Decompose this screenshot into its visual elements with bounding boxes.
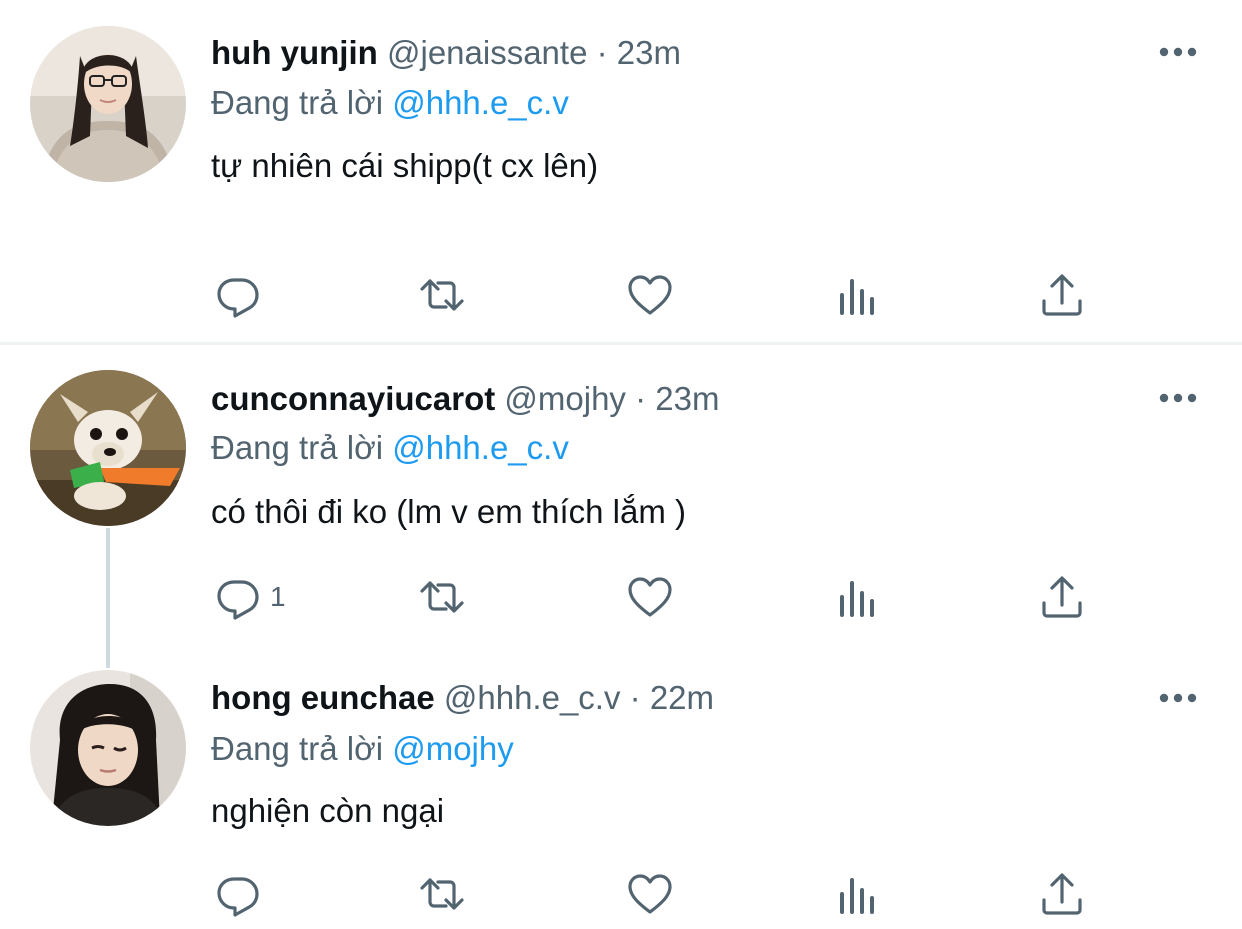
reply-prefix: Đang trả lời: [211, 429, 384, 466]
user-handle[interactable]: @hhh.e_c.v: [444, 679, 621, 716]
reply-icon: [214, 573, 262, 621]
tweet[interactable]: cunconnayiucarot @mojhy · 23m Đang trả l…: [0, 345, 1242, 665]
like-icon: [626, 870, 674, 918]
views-button[interactable]: [834, 869, 882, 919]
display-name[interactable]: hong eunchae: [211, 679, 435, 716]
display-name[interactable]: cunconnayiucarot: [211, 380, 495, 417]
avatar-photo: [30, 670, 186, 826]
reply-prefix: Đang trả lời: [211, 84, 384, 121]
reply-icon: [214, 870, 262, 918]
share-icon: [1038, 573, 1086, 621]
user-handle[interactable]: @jenaissante: [387, 34, 587, 71]
retweet-icon: [418, 870, 466, 918]
like-icon: [626, 271, 674, 319]
share-button[interactable]: [1038, 869, 1086, 919]
reply-button[interactable]: [214, 869, 270, 919]
reply-count: 1: [270, 581, 286, 612]
timestamp[interactable]: 23m: [617, 34, 681, 71]
action-bar: [0, 869, 1242, 919]
like-icon: [626, 573, 674, 621]
mention-link[interactable]: @mojhy: [392, 730, 514, 767]
retweet-button[interactable]: [418, 869, 466, 919]
replying-to: Đang trả lời @hhh.e_c.v: [211, 83, 569, 123]
reply-button[interactable]: [214, 270, 270, 320]
action-bar: [0, 270, 1242, 320]
replying-to: Đang trả lời @mojhy: [211, 729, 514, 769]
avatar[interactable]: [30, 670, 186, 826]
tweet[interactable]: hong eunchae @hhh.e_c.v · 22m Đang trả l…: [0, 665, 1242, 929]
avatar-photo: [30, 370, 186, 526]
share-button[interactable]: [1038, 270, 1086, 320]
thread-connector-line: [106, 528, 110, 668]
reply-button[interactable]: 1: [214, 572, 286, 622]
more-options-icon[interactable]: [1158, 46, 1198, 58]
mention-link[interactable]: @hhh.e_c.v: [392, 429, 569, 466]
views-icon: [834, 870, 882, 918]
like-button[interactable]: [626, 572, 674, 622]
tweet-text: nghiện còn ngại: [211, 792, 445, 829]
separator-dot: ·: [635, 380, 647, 417]
retweet-icon: [418, 573, 466, 621]
avatar[interactable]: [30, 370, 186, 526]
share-button[interactable]: [1038, 572, 1086, 622]
separator-dot: ·: [629, 679, 641, 716]
more-options-icon[interactable]: [1158, 392, 1198, 404]
views-icon: [834, 271, 882, 319]
more-options-icon[interactable]: [1158, 692, 1198, 704]
share-icon: [1038, 870, 1086, 918]
reply-prefix: Đang trả lời: [211, 730, 384, 767]
avatar-photo: [30, 26, 186, 182]
retweet-button[interactable]: [418, 572, 466, 622]
views-button[interactable]: [834, 270, 882, 320]
mention-link[interactable]: @hhh.e_c.v: [392, 84, 569, 121]
user-handle[interactable]: @mojhy: [504, 380, 626, 417]
like-button[interactable]: [626, 869, 674, 919]
retweet-icon: [418, 271, 466, 319]
like-button[interactable]: [626, 270, 674, 320]
tweet-header: cunconnayiucarot @mojhy · 23m: [211, 379, 719, 419]
timestamp[interactable]: 22m: [650, 679, 714, 716]
reply-icon: [214, 271, 262, 319]
separator-dot: ·: [596, 34, 608, 71]
timestamp[interactable]: 23m: [655, 380, 719, 417]
share-icon: [1038, 271, 1086, 319]
replying-to: Đang trả lời @hhh.e_c.v: [211, 428, 569, 468]
tweet[interactable]: huh yunjin @jenaissante · 23m Đang trả l…: [0, 0, 1242, 342]
tweet-header: huh yunjin @jenaissante · 23m: [211, 33, 681, 73]
tweet-text: có thôi đi ko (lm v em thích lắm ): [211, 493, 686, 530]
action-bar: 1: [0, 572, 1242, 622]
retweet-button[interactable]: [418, 270, 466, 320]
tweet-text: tự nhiên cái shipp(t cx lên): [211, 147, 599, 184]
tweet-header: hong eunchae @hhh.e_c.v · 22m: [211, 678, 714, 718]
avatar[interactable]: [30, 26, 186, 182]
display-name[interactable]: huh yunjin: [211, 34, 378, 71]
views-icon: [834, 573, 882, 621]
views-button[interactable]: [834, 572, 882, 622]
